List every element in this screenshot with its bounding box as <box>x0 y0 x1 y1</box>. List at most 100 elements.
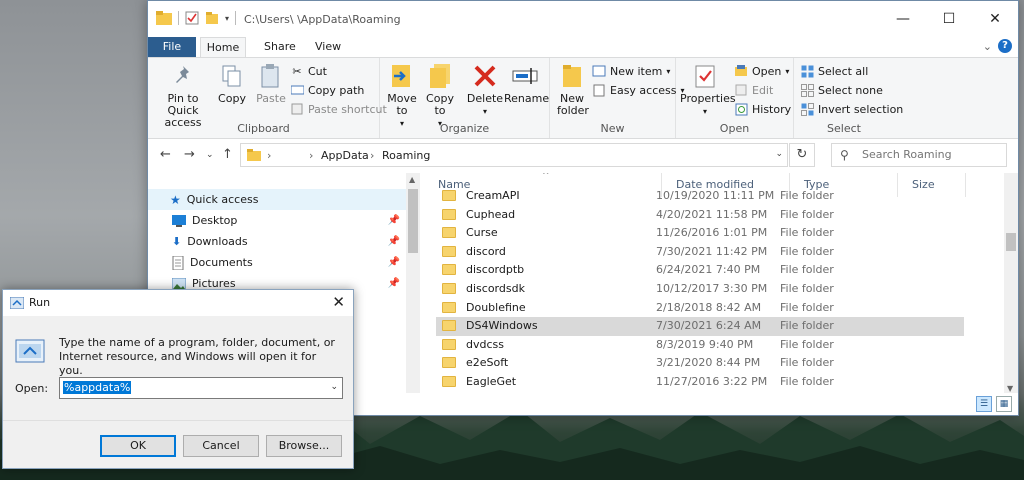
table-row[interactable]: discordptb 6/24/2021 7:40 PM File folder <box>436 261 964 280</box>
cut-button[interactable]: ✂ Cut <box>290 64 327 78</box>
nav-documents[interactable]: Documents 📌 <box>148 252 406 273</box>
refresh-button[interactable]: ↻ <box>789 143 815 167</box>
pin-quick-access-button[interactable]: Pin to Quick access <box>152 62 214 129</box>
pin-icon[interactable]: 📌 <box>388 215 400 226</box>
file-name: DS4Windows <box>466 319 538 333</box>
run-dialog: Run ✕ Type the name of a program, folder… <box>2 289 354 469</box>
search-box[interactable]: ⚲ <box>831 143 1007 167</box>
details-view-icon[interactable]: ☰ <box>976 396 992 412</box>
properties-button[interactable]: Properties ▾ <box>680 62 736 118</box>
forward-arrow-icon[interactable]: → <box>184 147 195 162</box>
table-row[interactable]: Doublefine 2/18/2018 8:42 AM File folder <box>436 299 964 318</box>
address-dropdown-icon[interactable]: ⌄ <box>775 149 783 159</box>
table-row[interactable]: e2eSoft 3/21/2020 8:44 PM File folder <box>436 354 964 373</box>
open-button[interactable]: Open ▾ <box>734 64 789 78</box>
breadcrumb-appdata[interactable]: AppData <box>321 149 369 162</box>
scrollbar-thumb[interactable] <box>1006 233 1016 251</box>
invert-selection-button[interactable]: Invert selection <box>800 102 903 116</box>
easy-access-label: Easy access <box>610 83 677 97</box>
tab-view[interactable]: View <box>303 37 353 57</box>
nav-downloads[interactable]: ⬇ Downloads 📌 <box>148 231 406 252</box>
table-row[interactable]: CreamAPI 10/19/2020 11:11 PM File folder <box>436 187 964 206</box>
table-row[interactable]: discordsdk 10/12/2017 3:30 PM File folder <box>436 280 964 299</box>
window-title: C:\Users\ \AppData\Roaming <box>244 13 401 26</box>
pictures-icon <box>172 277 186 290</box>
cut-label: Cut <box>308 64 327 78</box>
file-list-scrollbar[interactable]: ▼ <box>1004 173 1018 395</box>
customize-toolbar-icon[interactable]: ▾ <box>225 14 229 23</box>
pin-icon[interactable]: 📌 <box>388 236 400 247</box>
scrollbar-thumb[interactable] <box>408 189 418 253</box>
file-name: Doublefine <box>466 300 526 314</box>
expand-ribbon-icon[interactable]: ⌄ <box>983 40 992 53</box>
breadcrumb-roaming[interactable]: Roaming <box>382 149 430 162</box>
search-input[interactable] <box>862 148 1002 161</box>
ribbon-tabs: File Home Share View ⌄ ? <box>148 37 1018 57</box>
open-combobox[interactable]: %appdata% ⌄ <box>59 377 343 399</box>
paste-shortcut-button[interactable]: Paste shortcut <box>290 102 387 116</box>
table-row[interactable]: DS4Windows 7/30/2021 6:24 AM File folder <box>436 317 964 336</box>
nav-desktop[interactable]: Desktop 📌 <box>148 210 406 231</box>
history-button[interactable]: History <box>734 102 791 116</box>
pin-icon <box>176 66 189 83</box>
close-button[interactable]: ✕ <box>972 1 1018 37</box>
edit-button[interactable]: Edit <box>734 83 773 97</box>
run-titlebar[interactable]: Run ✕ <box>3 290 353 316</box>
folder-icon <box>442 338 456 350</box>
breadcrumb-chevron[interactable]: › <box>309 149 313 162</box>
table-row[interactable]: EagleGet 11/27/2016 3:22 PM File folder <box>436 373 964 392</box>
star-icon: ★ <box>170 192 181 207</box>
delete-button[interactable]: Delete ▾ <box>466 62 504 118</box>
select-all-button[interactable]: Select all <box>800 64 868 78</box>
new-folder-button[interactable]: New folder <box>554 62 590 117</box>
paste-button[interactable]: Paste <box>252 62 290 105</box>
recent-locations-icon[interactable]: ⌄ <box>206 150 214 160</box>
breadcrumb-chevron[interactable]: › <box>267 149 271 162</box>
navigation-pane-scrollbar[interactable]: ▲ <box>406 173 420 395</box>
folder-icon <box>442 245 456 257</box>
table-row[interactable]: discord 7/30/2021 11:42 PM File folder <box>436 243 964 262</box>
copy-to-button[interactable]: Copy to ▾ <box>422 62 458 130</box>
easy-access-button[interactable]: Easy access ▾ <box>592 83 685 97</box>
table-row[interactable]: dvdcss 8/3/2019 9:40 PM File folder <box>436 336 964 355</box>
new-folder-icon[interactable] <box>205 11 219 25</box>
back-arrow-icon[interactable]: ← <box>160 147 171 162</box>
cancel-button[interactable]: Cancel <box>183 435 259 457</box>
properties-icon[interactable] <box>185 11 199 25</box>
move-to-button[interactable]: Move to ▾ <box>384 62 420 130</box>
ribbon-group-new: New folder New item ▾ Easy access ▾ New <box>550 58 685 138</box>
breadcrumb-chevron[interactable]: › <box>370 149 374 162</box>
window-controls: — ☐ ✕ <box>880 1 1018 37</box>
maximize-button[interactable]: ☐ <box>926 1 972 37</box>
tab-share[interactable]: Share <box>252 37 308 57</box>
table-row[interactable]: Cuphead 4/20/2021 11:58 PM File folder <box>436 206 964 225</box>
ok-button[interactable]: OK <box>100 435 176 457</box>
copy-button[interactable]: Copy <box>214 62 250 105</box>
explorer-titlebar[interactable]: ▾ C:\Users\ \AppData\Roaming — ☐ ✕ <box>148 1 1018 37</box>
nav-quick-access[interactable]: ★ Quick access <box>148 189 406 210</box>
copy-label: Copy <box>218 92 246 105</box>
tab-file[interactable]: File <box>148 37 196 57</box>
up-arrow-icon[interactable]: ↑ <box>222 147 233 162</box>
new-item-button[interactable]: New item ▾ <box>592 64 670 78</box>
browse-button[interactable]: Browse... <box>266 435 342 457</box>
address-bar[interactable]: › › AppData › Roaming ⌄ <box>240 143 788 167</box>
scroll-up-icon[interactable]: ▲ <box>409 175 415 184</box>
quick-access-toolbar: ▾ <box>156 11 237 25</box>
close-icon[interactable]: ✕ <box>332 293 345 311</box>
table-row[interactable]: Curse 11/26/2016 1:01 PM File folder <box>436 224 964 243</box>
file-date-modified: 7/30/2021 11:42 PM <box>656 244 768 258</box>
pin-icon[interactable]: 📌 <box>388 257 400 268</box>
minimize-button[interactable]: — <box>880 1 926 37</box>
chevron-down-icon[interactable]: ⌄ <box>330 382 338 392</box>
large-icons-view-icon[interactable]: ▦ <box>996 396 1012 412</box>
toolbar-divider <box>235 11 237 25</box>
copy-path-button[interactable]: Copy path <box>290 83 364 97</box>
help-icon[interactable]: ? <box>998 39 1012 53</box>
tab-home[interactable]: Home <box>200 37 246 57</box>
rename-button[interactable]: Rename <box>504 62 549 105</box>
pin-icon[interactable]: 📌 <box>388 278 400 289</box>
scroll-down-icon[interactable]: ▼ <box>1007 384 1013 393</box>
open-input[interactable]: %appdata% <box>63 381 132 394</box>
select-none-button[interactable]: Select none <box>800 83 883 97</box>
